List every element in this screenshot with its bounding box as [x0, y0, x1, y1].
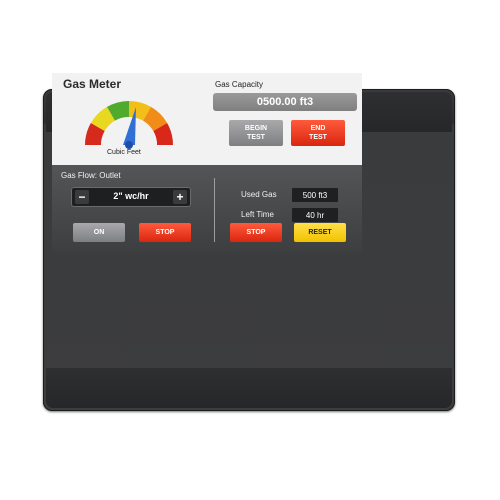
used-gas-label: Used Gas [241, 190, 277, 199]
flow-rate-stepper: − 2" wc/hr + [71, 187, 191, 207]
test-stop-button[interactable]: STOP [230, 223, 282, 242]
gauge-pivot [125, 141, 133, 149]
gas-gauge [85, 101, 173, 149]
gauge-caption: Cubic Feet [107, 149, 141, 156]
meter-panel: Gas Meter Cubic Feet Gas Capacity 0500.0… [52, 73, 362, 165]
increase-button[interactable]: + [173, 190, 187, 204]
begin-test-label-2: TEST [247, 134, 265, 141]
control-panel: Gas Flow: Outlet − 2" wc/hr + ON STOP Us… [52, 165, 362, 253]
flow-on-button[interactable]: ON [73, 223, 125, 242]
left-time-label: Left Time [241, 210, 274, 219]
touch-screen: Gas Meter Cubic Feet Gas Capacity 0500.0… [52, 73, 362, 253]
decrease-button[interactable]: − [75, 190, 89, 204]
bezel-bottom [46, 368, 452, 408]
left-time-value: 40 hr [292, 208, 338, 222]
begin-test-label-1: BEGIN [244, 125, 268, 132]
end-test-label-2: TEST [309, 134, 327, 141]
flow-rate-value: 2" wc/hr [113, 191, 149, 201]
end-test-label-1: END [310, 125, 326, 132]
end-test-button[interactable]: END TEST [291, 120, 345, 146]
begin-test-button[interactable]: BEGIN TEST [229, 120, 283, 146]
panel-divider [214, 178, 215, 242]
capacity-value: 0500.00 ft3 [213, 93, 357, 111]
flow-stop-button[interactable]: STOP [139, 223, 191, 242]
meter-title: Gas Meter [63, 77, 122, 91]
gas-flow-label: Gas Flow: Outlet [61, 171, 121, 180]
reset-button[interactable]: RESET [294, 223, 346, 242]
capacity-label: Gas Capacity [215, 80, 264, 89]
used-gas-value: 500 ft3 [292, 188, 338, 202]
